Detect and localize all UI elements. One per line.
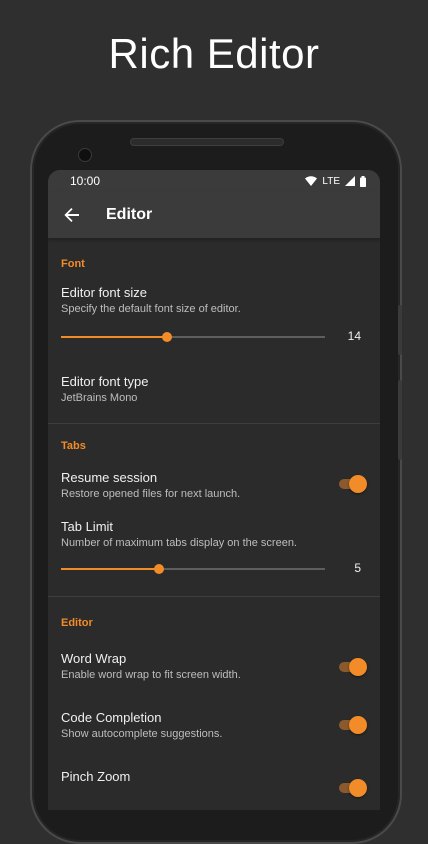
pref-summary: Show autocomplete suggestions.	[61, 728, 223, 740]
phone-volume-button	[398, 380, 402, 460]
pref-editor-font-type[interactable]: Editor font type JetBrains Mono	[48, 354, 380, 417]
battery-icon	[360, 175, 366, 187]
pref-summary: JetBrains Mono	[61, 392, 138, 404]
switch-thumb	[349, 658, 367, 676]
switch-thumb	[349, 715, 367, 734]
slider-thumb[interactable]	[162, 332, 172, 342]
pref-title: Word Wrap	[61, 651, 127, 666]
status-time: 10:00	[70, 174, 101, 188]
pref-summary: Specify the default font size of editor.	[61, 303, 241, 315]
pref-text: Word Wrap Enable word wrap to fit screen…	[61, 651, 321, 682]
pref-title: Resume session	[61, 470, 158, 485]
word-wrap-switch[interactable]	[337, 658, 367, 676]
pref-text: Pinch Zoom	[61, 769, 321, 785]
wifi-icon	[305, 176, 318, 186]
code-completion-switch[interactable]	[337, 715, 367, 734]
back-button[interactable]	[62, 205, 82, 225]
section-header-tabs: Tabs	[61, 440, 86, 452]
pref-title: Tab Limit	[61, 519, 114, 534]
signal-icon	[345, 176, 355, 186]
pref-title: Editor font size	[61, 285, 147, 300]
pref-resume-session[interactable]: Resume session Restore opened files for …	[48, 458, 380, 510]
phone-camera	[78, 148, 92, 162]
pref-summary: Number of maximum tabs display on the sc…	[61, 537, 297, 549]
section-header-editor: Editor	[61, 617, 93, 629]
pref-tab-limit[interactable]: Tab Limit Number of maximum tabs display…	[48, 510, 380, 586]
slider-fill	[61, 336, 167, 338]
arrow-back-icon	[64, 208, 79, 222]
app-toolbar: Editor	[48, 192, 380, 238]
phone-speaker	[130, 138, 284, 146]
pref-summary: Enable word wrap to fit screen width.	[61, 669, 241, 681]
pref-editor-font-size[interactable]: Editor font size Specify the default fon…	[48, 276, 380, 354]
pref-title: Code Completion	[61, 710, 162, 725]
resume-session-switch[interactable]	[337, 475, 367, 493]
pref-title: Editor font type	[61, 374, 149, 389]
slider-value: 14	[347, 329, 361, 343]
pref-pinch-zoom[interactable]: Pinch Zoom	[48, 750, 380, 797]
status-bar: 10:00 LTE	[48, 170, 380, 192]
promo-title: Rich Editor	[108, 30, 320, 77]
font-size-slider[interactable]: 14	[61, 324, 367, 350]
slider-value: 5	[354, 561, 361, 575]
switch-thumb	[349, 779, 367, 797]
pref-text: Code Completion Show autocomplete sugges…	[61, 710, 321, 741]
tab-limit-slider[interactable]: 5	[61, 556, 367, 582]
settings-list: Font Editor font size Specify the defaul…	[48, 238, 380, 797]
switch-thumb	[349, 475, 367, 493]
pref-code-completion[interactable]: Code Completion Show autocomplete sugges…	[48, 691, 380, 750]
section-header-font: Font	[61, 258, 85, 270]
phone-power-button	[398, 305, 402, 355]
pref-word-wrap[interactable]: Word Wrap Enable word wrap to fit screen…	[48, 635, 380, 691]
slider-fill	[61, 568, 159, 570]
page-title: Editor	[106, 206, 153, 223]
pref-title: Pinch Zoom	[61, 769, 131, 784]
pref-text: Resume session Restore opened files for …	[61, 470, 321, 501]
network-label: LTE	[322, 175, 340, 187]
pinch-zoom-switch[interactable]	[337, 779, 367, 797]
status-icons: LTE	[305, 175, 366, 187]
slider-thumb[interactable]	[154, 564, 164, 574]
app-screen: 10:00 LTE Editor Font Editor font size S…	[48, 170, 380, 810]
pref-summary: Restore opened files for next launch.	[61, 488, 241, 500]
